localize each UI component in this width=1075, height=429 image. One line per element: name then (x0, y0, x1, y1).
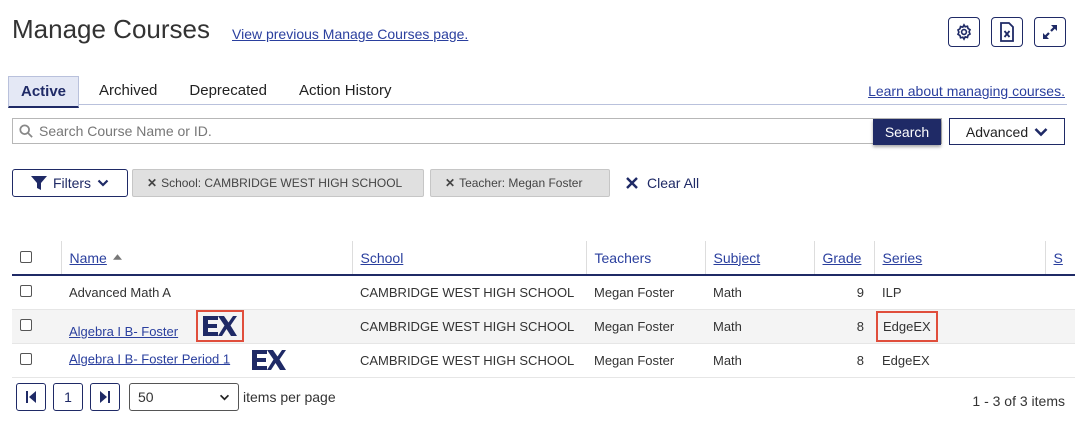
course-teacher: Megan Foster (586, 275, 705, 310)
page-title: Manage Courses (12, 14, 210, 44)
sort-series-link[interactable]: Series (883, 250, 923, 266)
edge-ex-logo-icon (251, 350, 286, 370)
row-checkbox[interactable] (20, 352, 32, 365)
filters-label: Filters (52, 175, 92, 191)
row-checkbox[interactable] (20, 318, 32, 331)
course-grade: 9 (814, 275, 874, 310)
tab-action-history[interactable]: Action History (287, 76, 404, 108)
last-page-button[interactable] (90, 383, 120, 411)
chevron-down-icon (97, 179, 109, 187)
search-box (12, 118, 942, 144)
filter-chip-school[interactable]: ✕ School: CAMBRIDGE WEST HIGH SCHOOL (132, 169, 424, 197)
sort-truncated-link[interactable]: S (1054, 250, 1063, 266)
table-row: Algebra I B- Foster Period 1 CAMBRIDGE W… (12, 343, 1075, 378)
course-tabs: Active Archived Deprecated Action Histor… (8, 76, 411, 108)
course-school: CAMBRIDGE WEST HIGH SCHOOL (352, 309, 586, 344)
page-size-value: 50 (138, 389, 154, 405)
course-name: Advanced Math A (69, 284, 171, 300)
filter-icon (30, 176, 47, 190)
export-excel-button[interactable] (991, 17, 1023, 47)
course-teacher: Megan Foster (586, 309, 705, 344)
column-header-name[interactable]: Name (60, 241, 352, 276)
learn-managing-courses-link[interactable]: Learn about managing courses. (868, 83, 1065, 99)
current-page-button[interactable]: 1 (53, 383, 83, 411)
course-grade: 8 (814, 343, 874, 378)
select-all-header (12, 241, 61, 276)
course-subject: Math (705, 343, 814, 378)
edge-ex-logo-icon (202, 316, 237, 336)
course-subject: Math (705, 309, 814, 344)
close-icon (626, 177, 638, 189)
tab-archived[interactable]: Archived (87, 76, 169, 108)
items-per-page-label: items per page (243, 389, 336, 405)
first-page-button[interactable] (16, 383, 46, 411)
gear-icon (956, 23, 972, 41)
course-school: CAMBRIDGE WEST HIGH SCHOOL (352, 343, 586, 378)
table-row: Advanced Math A CAMBRIDGE WEST HIGH SCHO… (12, 275, 1075, 310)
courses-table: Name School Teachers Subject Grade Serie… (12, 241, 1075, 378)
course-subject: Math (705, 275, 814, 310)
search-button[interactable]: Search (873, 119, 941, 145)
item-count: 1 - 3 of 3 items (972, 393, 1065, 409)
filter-chip-label: School: CAMBRIDGE WEST HIGH SCHOOL (161, 176, 403, 190)
chevron-down-icon (219, 394, 230, 400)
tab-deprecated[interactable]: Deprecated (177, 76, 279, 108)
filter-chip-teacher[interactable]: ✕ Teacher: Megan Foster (430, 169, 610, 197)
advanced-search-button[interactable]: Advanced (949, 118, 1065, 145)
column-header-truncated[interactable]: S (1044, 241, 1075, 276)
tab-active[interactable]: Active (8, 76, 80, 108)
settings-button[interactable] (948, 17, 980, 47)
course-school: CAMBRIDGE WEST HIGH SCHOOL (352, 275, 586, 310)
column-header-school[interactable]: School (351, 241, 586, 276)
excel-export-icon (1000, 22, 1014, 42)
remove-filter-icon[interactable]: ✕ (445, 176, 455, 190)
expand-icon (1043, 25, 1057, 39)
filter-chip-label: Teacher: Megan Foster (459, 176, 583, 190)
course-name-link[interactable]: Algebra I B- Foster Period 1 (69, 351, 230, 366)
sort-name-link[interactable]: Name (70, 250, 107, 266)
row-checkbox[interactable] (20, 284, 32, 297)
sort-grade-link[interactable]: Grade (823, 250, 862, 266)
course-name-link[interactable]: Algebra I B- Foster (69, 324, 178, 339)
search-input[interactable] (39, 119, 941, 143)
view-previous-page-link[interactable]: View previous Manage Courses page. (232, 26, 468, 42)
edge-ex-logo-highlight (195, 310, 244, 342)
clear-all-label: Clear All (647, 175, 700, 191)
first-page-icon (26, 391, 36, 403)
expand-button[interactable] (1034, 17, 1066, 47)
remove-filter-icon[interactable]: ✕ (147, 176, 157, 190)
table-row: Algebra I B- Foster CAMBRIDGE WEST HIGH … (12, 309, 1075, 344)
advanced-label: Advanced (965, 123, 1029, 140)
course-series: ILP (874, 275, 1045, 310)
column-header-series[interactable]: Series (873, 241, 1045, 276)
course-grade: 8 (814, 309, 874, 344)
column-header-subject[interactable]: Subject (704, 241, 814, 276)
course-teacher: Megan Foster (586, 343, 705, 378)
course-series: EdgeEX (874, 343, 1045, 378)
sort-asc-icon (112, 253, 122, 260)
course-series-highlighted: EdgeEX (876, 310, 938, 342)
column-header-grade[interactable]: Grade (813, 241, 874, 276)
table-header-row: Name School Teachers Subject Grade Serie… (12, 241, 1075, 276)
filters-button[interactable]: Filters (12, 169, 128, 197)
pagination: 1 50 items per page (16, 383, 336, 411)
column-header-teachers: Teachers (585, 241, 705, 276)
teachers-header-label: Teachers (594, 249, 652, 266)
clear-all-filters[interactable]: Clear All (626, 175, 699, 191)
select-all-checkbox[interactable] (20, 250, 32, 263)
page-size-select[interactable]: 50 (129, 383, 239, 411)
last-page-icon (100, 391, 110, 403)
sort-school-link[interactable]: School (361, 250, 404, 266)
chevron-down-icon (1034, 127, 1048, 136)
search-icon (13, 119, 39, 143)
sort-subject-link[interactable]: Subject (714, 250, 761, 266)
